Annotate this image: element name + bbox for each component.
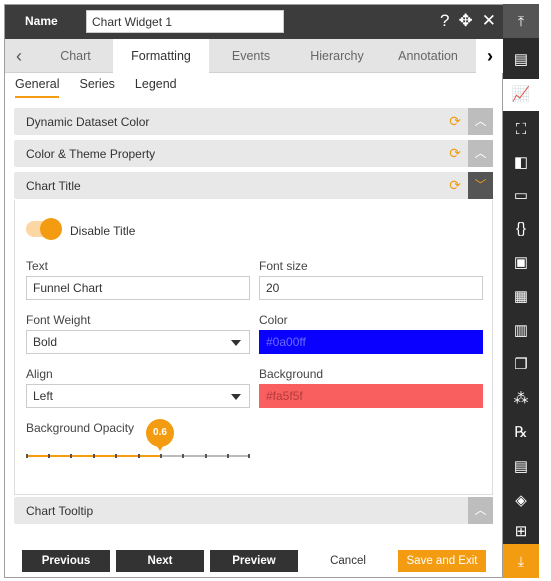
align-select[interactable]: Left [26, 384, 250, 408]
background-label: Background [259, 367, 324, 381]
subtab-series[interactable]: Series [79, 77, 114, 98]
disable-title-toggle[interactable] [26, 218, 62, 240]
slider-tick [205, 454, 207, 458]
align-value: Left [33, 389, 54, 403]
tab-scroll-left-icon[interactable]: ‹ [5, 39, 33, 73]
section-title: Dynamic Dataset Color [26, 115, 150, 129]
section-color-theme-property[interactable]: Color & Theme Property ⟳ ︿ [14, 140, 493, 167]
right-toolbar: ⤒ ▤ 📈 ⛶ ◧ ▭ {} ▣ ▦ ▥ ❐ ⁂ ℞ ▤ ◈ ⊞ ⤓ [503, 4, 539, 578]
image-icon[interactable]: ▣ [503, 247, 539, 279]
collapse-bottom-icon[interactable]: ⤓ [503, 544, 539, 578]
tab-events[interactable]: Events [209, 39, 293, 73]
tab-chart[interactable]: Chart [38, 39, 113, 73]
slider-tick [248, 454, 250, 458]
report-icon[interactable]: ▤ [503, 451, 539, 483]
background-color-picker[interactable]: #fa5f5f [259, 384, 483, 408]
disable-title-label: Disable Title [70, 224, 136, 238]
font-weight-label: Font Weight [26, 313, 91, 327]
reset-icon[interactable]: ⟳ [449, 177, 461, 194]
panel-header: Name ? ✥ ✕ [5, 5, 504, 39]
collapse-top-icon[interactable]: ⤒ [503, 4, 539, 38]
tab-annotation[interactable]: Annotation [381, 39, 475, 73]
subtab-bar: General Series Legend [15, 77, 177, 98]
opacity-slider[interactable] [26, 454, 250, 458]
section-chart-tooltip[interactable]: Chart Tooltip ︿ [14, 497, 493, 524]
align-label: Align [26, 367, 53, 381]
font-weight-select[interactable]: Bold [26, 330, 250, 354]
slider-tick [182, 454, 184, 458]
grid-chart-icon[interactable]: ▦ [503, 281, 539, 313]
slider-tick [26, 454, 28, 458]
color-label: Color [259, 313, 288, 327]
save-and-exit-button[interactable]: Save and Exit [398, 550, 486, 572]
help-icon[interactable]: ? [440, 11, 449, 31]
toggle-knob [40, 218, 62, 240]
text-label: Text [26, 259, 49, 273]
slider-tick [70, 454, 72, 458]
dropdown-arrow-icon [231, 340, 241, 346]
section-title: Chart Title [26, 179, 81, 193]
chevron-up-icon[interactable]: ︿ [468, 497, 493, 524]
cubes-icon[interactable]: ⁂ [503, 383, 539, 415]
previous-button[interactable]: Previous [22, 550, 110, 572]
tab-bar: ‹ Chart Formatting Events Hierarchy Anno… [5, 39, 504, 73]
document-icon[interactable]: ▭ [503, 180, 539, 212]
background-opacity-label: Background Opacity [26, 421, 135, 435]
slider-tick [227, 454, 229, 458]
chart-icon[interactable]: 📈 [503, 79, 539, 111]
chevron-up-icon[interactable]: ︿ [468, 140, 493, 167]
preview-button[interactable]: Preview [210, 550, 298, 572]
section-title: Chart Tooltip [26, 504, 94, 518]
opacity-slider-thumb[interactable]: 0.6 [146, 419, 174, 451]
properties-panel: Name ? ✥ ✕ ‹ Chart Formatting Events Hie… [4, 4, 504, 578]
tab-hierarchy[interactable]: Hierarchy [293, 39, 381, 73]
font-size-label: Font size [259, 259, 308, 273]
table-icon[interactable]: ▤ [503, 44, 539, 76]
slider-tick [160, 454, 162, 458]
font-weight-value: Bold [33, 335, 58, 349]
header-icons: ? ✥ ✕ [440, 11, 496, 31]
subtab-general[interactable]: General [15, 77, 60, 98]
cancel-button[interactable]: Cancel [304, 550, 392, 572]
chevron-up-icon[interactable]: ︿ [468, 108, 493, 135]
close-icon[interactable]: ✕ [482, 11, 496, 31]
slider-tick [48, 454, 50, 458]
layers-icon[interactable]: ◈ [503, 485, 539, 517]
subtab-legend[interactable]: Legend [135, 77, 177, 98]
json-icon[interactable]: {} [503, 213, 539, 245]
map-icon[interactable]: ⛶ [503, 114, 539, 146]
rx-icon[interactable]: ℞ [503, 417, 539, 449]
bar-report-icon[interactable]: ▥ [503, 315, 539, 347]
slider-tick [138, 454, 140, 458]
font-size-input[interactable]: 20 [259, 276, 483, 300]
doc-chart-icon[interactable]: ◧ [503, 147, 539, 179]
next-button[interactable]: Next [116, 550, 204, 572]
slider-tick [115, 454, 117, 458]
reset-icon[interactable]: ⟳ [449, 145, 461, 162]
widget-name-input[interactable] [86, 10, 284, 33]
slider-tick [93, 454, 95, 458]
name-label: Name [25, 14, 58, 28]
chevron-down-icon[interactable]: ﹀ [468, 172, 493, 199]
title-color-picker[interactable]: #0a00ff [259, 330, 483, 354]
title-text-input[interactable]: Funnel Chart [26, 276, 250, 300]
tab-formatting[interactable]: Formatting [113, 39, 209, 73]
tab-scroll-right-icon[interactable]: › [476, 39, 504, 73]
section-dynamic-dataset-color[interactable]: Dynamic Dataset Color ⟳ ︿ [14, 108, 493, 135]
dropdown-arrow-icon [231, 394, 241, 400]
section-title: Color & Theme Property [26, 147, 156, 161]
copy-icon[interactable]: ❐ [503, 349, 539, 381]
reset-icon[interactable]: ⟳ [449, 113, 461, 130]
section-chart-title[interactable]: Chart Title ⟳ ﹀ [14, 172, 493, 199]
move-icon[interactable]: ✥ [459, 11, 473, 31]
